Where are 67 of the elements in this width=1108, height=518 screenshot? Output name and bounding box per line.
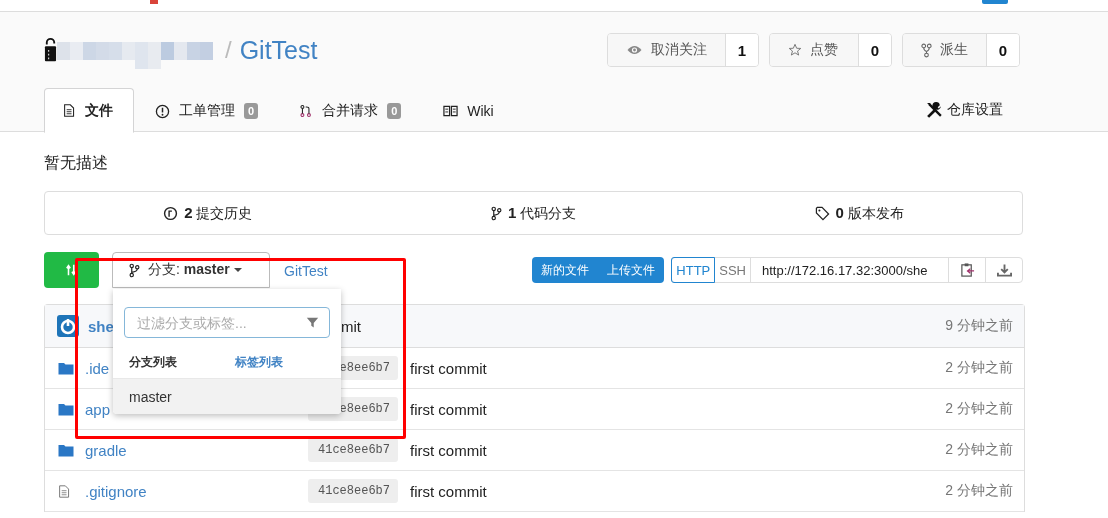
commit-message: first commit bbox=[410, 359, 488, 377]
filter-icon bbox=[306, 316, 319, 329]
clipboard-icon bbox=[959, 262, 975, 278]
branch-icon bbox=[129, 262, 140, 278]
folder-icon bbox=[58, 402, 74, 416]
filter-field[interactable]: 过滤分支或标签... bbox=[124, 307, 330, 338]
folder-link[interactable]: gradle bbox=[85, 441, 127, 459]
fork-button[interactable]: 派生 bbox=[903, 34, 987, 66]
repo-name-link[interactable]: GitTest bbox=[239, 35, 318, 65]
file-action-button[interactable]: 上传文件 bbox=[598, 257, 665, 283]
commit-sha-link[interactable]: 41ce8ee6b7 bbox=[308, 479, 398, 503]
clone-url-field[interactable]: http://172.16.17.32:3000/she bbox=[751, 258, 949, 282]
commit-message: mit bbox=[341, 317, 362, 335]
stat-link[interactable]: 0 版本发布 bbox=[696, 192, 1022, 234]
compare-button[interactable] bbox=[44, 252, 99, 288]
lock-icon bbox=[44, 37, 57, 63]
pull-request-icon bbox=[300, 103, 314, 119]
commit-message: first commit bbox=[410, 400, 488, 418]
repo-tab[interactable]: Wiki bbox=[422, 89, 515, 133]
menu-tab[interactable]: 分支列表 bbox=[129, 352, 235, 372]
caret-icon bbox=[233, 268, 242, 272]
branch-menu-item[interactable]: master bbox=[113, 378, 341, 414]
path-link[interactable]: GitTest bbox=[284, 263, 328, 279]
protocol-toggle[interactable]: HTTP bbox=[671, 257, 716, 283]
history-icon bbox=[163, 205, 179, 221]
commit-time: 2 分钟之前 bbox=[945, 359, 1013, 377]
fork-icon bbox=[921, 42, 932, 58]
file-link[interactable]: .gitignore bbox=[85, 482, 147, 500]
alert-circle-icon bbox=[155, 103, 170, 119]
repo-tab[interactable]: 工单管理 0 bbox=[134, 89, 280, 133]
commit-message: first commit bbox=[410, 482, 488, 500]
star-button[interactable]: 点赞 bbox=[770, 34, 859, 66]
commit-time: 9 分钟之前 bbox=[945, 317, 1013, 335]
book-icon bbox=[443, 105, 459, 117]
watch-button[interactable]: 取消关注 bbox=[608, 34, 726, 66]
repo-tab[interactable]: 文件 bbox=[44, 88, 134, 133]
file-action-button[interactable]: 新的文件 bbox=[532, 257, 599, 283]
count-label[interactable]: 1 bbox=[726, 34, 758, 66]
commit-time: 2 分钟之前 bbox=[945, 482, 1013, 500]
protocol-toggle[interactable]: SSH bbox=[715, 258, 751, 282]
settings-tab[interactable]: 仓库设置 bbox=[926, 88, 1003, 132]
path-separator: / bbox=[225, 36, 232, 64]
stat-link[interactable]: 1 代码分支 bbox=[370, 192, 697, 234]
commit-time: 2 分钟之前 bbox=[945, 400, 1013, 418]
commit-message: first commit bbox=[410, 441, 488, 459]
count-badge: 0 bbox=[244, 103, 259, 119]
folder-link[interactable]: app bbox=[85, 400, 111, 418]
eye-icon bbox=[626, 44, 643, 56]
repo-tab[interactable]: 合并请求 0 bbox=[279, 89, 423, 133]
repo-description: 暂无描述 bbox=[44, 153, 109, 173]
branch-icon bbox=[490, 205, 502, 221]
count-label[interactable]: 0 bbox=[987, 34, 1019, 66]
count-badge: 0 bbox=[387, 103, 402, 119]
folder-icon bbox=[58, 443, 74, 457]
tag-icon bbox=[814, 205, 830, 221]
count-label[interactable]: 0 bbox=[859, 34, 891, 66]
settings-icon bbox=[926, 101, 943, 119]
commit-time: 2 分钟之前 bbox=[945, 441, 1013, 459]
file-icon bbox=[63, 103, 76, 118]
folder-icon bbox=[58, 361, 74, 375]
file-icon bbox=[58, 483, 71, 499]
download-icon bbox=[996, 263, 1012, 277]
folder-link[interactable]: .ide bbox=[85, 359, 110, 377]
branch-dropdown-button[interactable]: 分支: master bbox=[112, 252, 270, 288]
commit-sha-link[interactable]: 41ce8ee6b7 bbox=[308, 438, 398, 462]
stat-link[interactable]: 2 提交历史 bbox=[45, 192, 371, 234]
star-icon bbox=[788, 43, 802, 57]
